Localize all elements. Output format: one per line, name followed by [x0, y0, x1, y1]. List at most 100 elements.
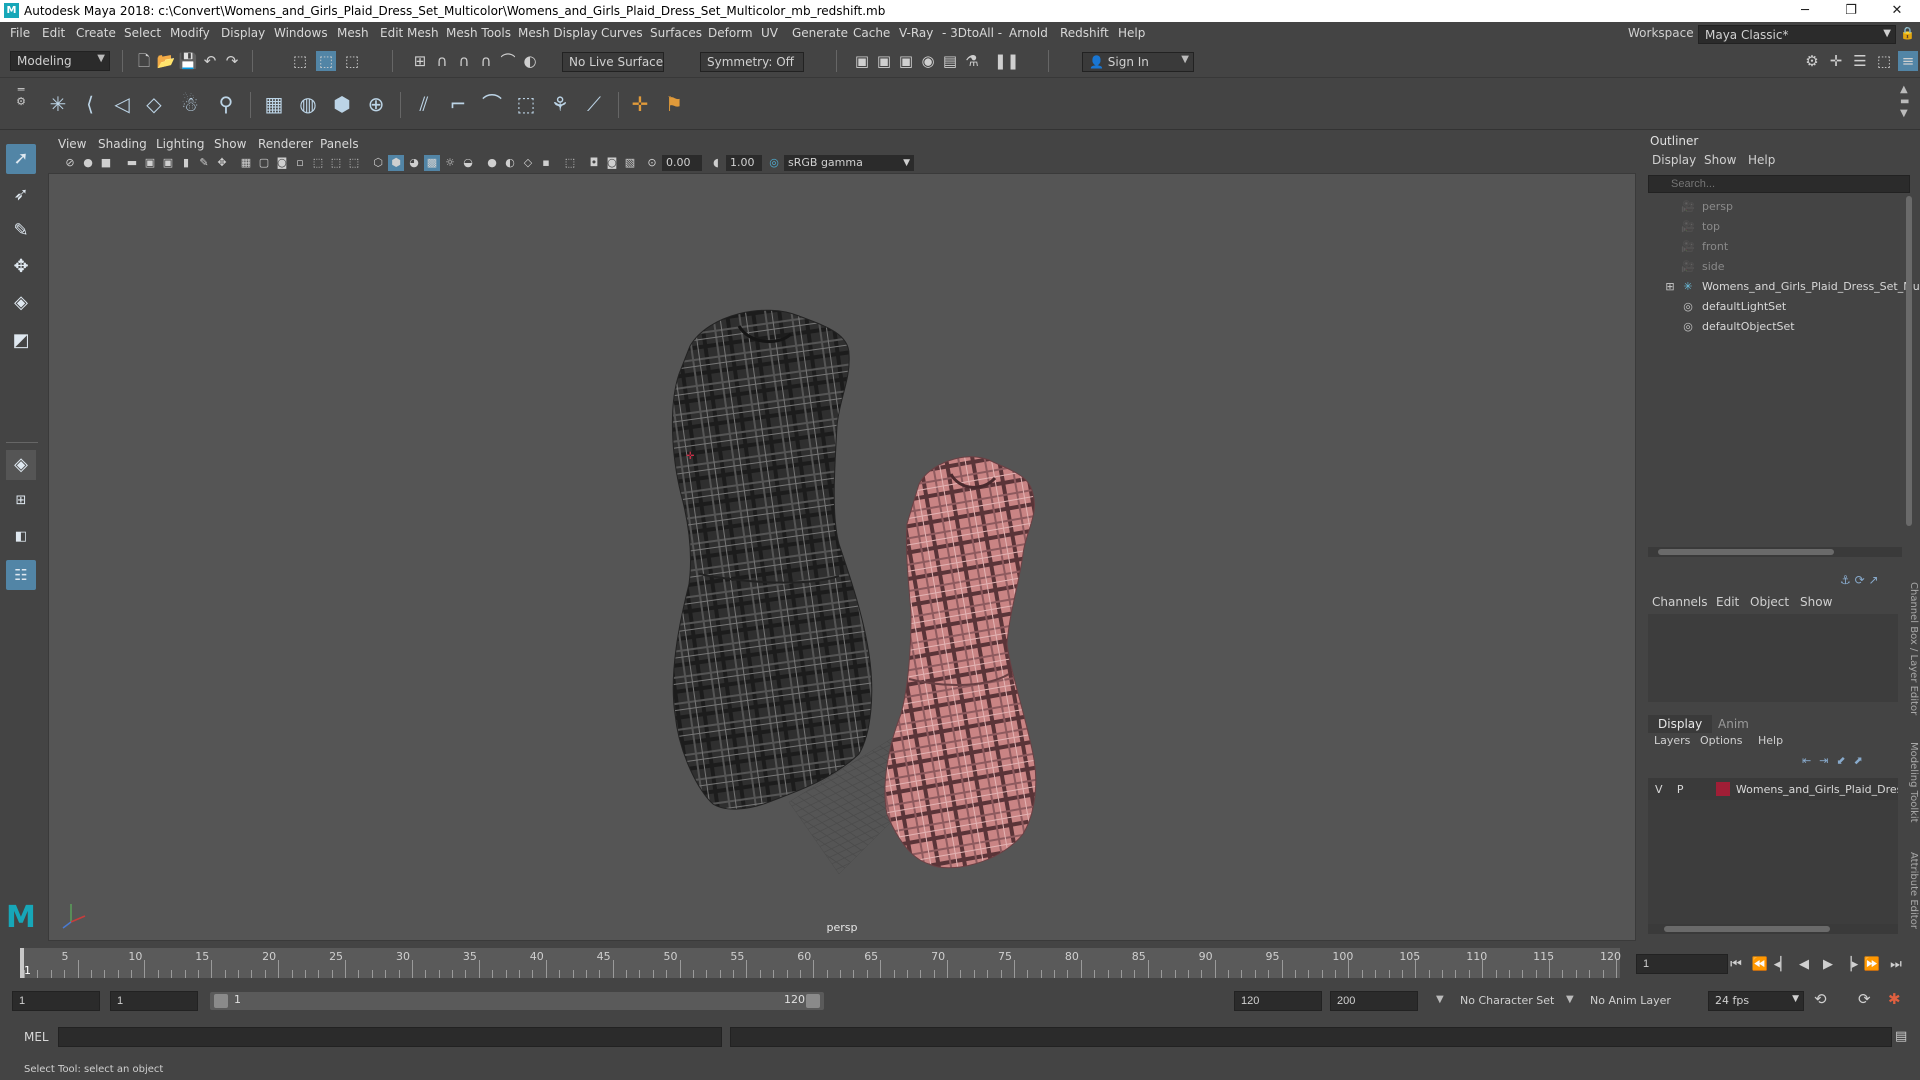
loop-icon[interactable]: ⟲ — [1814, 990, 1827, 1008]
current-frame-field[interactable] — [1636, 954, 1728, 974]
chevron-down-icon[interactable]: ▼ — [1436, 994, 1444, 1005]
auto-key-icon[interactable]: ⟳ — [1858, 990, 1871, 1008]
bevel-icon[interactable]: ◁ — [108, 90, 136, 118]
wireframe-icon[interactable]: ▢ — [256, 155, 272, 171]
lock-icon[interactable]: 🔒 — [1900, 26, 1915, 40]
curve-tool-icon[interactable]: ⌐ — [444, 90, 472, 118]
view-transform-icon[interactable]: ▧ — [622, 155, 638, 171]
step-back-frame-icon[interactable]: ◂▏ — [1772, 955, 1792, 975]
expand-icon[interactable]: ⊞ — [1664, 280, 1676, 293]
outliner-item-dress-set[interactable]: ⊞ ✳ Womens_and_Girls_Plaid_Dress_Set_Mu — [1664, 277, 1919, 295]
viewport-menu-lighting[interactable]: Lighting — [156, 137, 205, 151]
viewport-menu-shading[interactable]: Shading — [98, 137, 147, 151]
resolution-gate-icon[interactable]: ▣ — [160, 155, 176, 171]
shelf-scroll-icon[interactable]: ▲ ▬ ▼ — [1900, 84, 1909, 120]
grease-pencil-icon[interactable]: ✎ — [196, 155, 212, 171]
exposure-field[interactable]: 0.00 — [662, 155, 702, 171]
snap-view-icon[interactable]: ∩ — [476, 51, 496, 71]
side-tab-modeling-toolkit[interactable]: Modeling Toolkit — [1903, 742, 1919, 823]
animation-end-field[interactable] — [1330, 991, 1418, 1011]
script-editor-icon[interactable]: ▤ — [1895, 1029, 1907, 1044]
film-gate-icon[interactable]: ▣ — [142, 155, 158, 171]
command-input[interactable] — [58, 1027, 722, 1047]
locator-icon[interactable]: ✛ — [626, 90, 654, 118]
shelf-menu-icon[interactable]: ═ ⚙ — [14, 84, 28, 124]
range-end-handle[interactable] — [806, 994, 820, 1008]
outliner-menu-help[interactable]: Help — [1748, 153, 1775, 167]
use-lights-icon[interactable]: ▩ — [424, 155, 440, 171]
rotate-tool-icon[interactable]: ◈ — [6, 288, 36, 318]
annotation-icon[interactable]: ⚑ — [660, 90, 688, 118]
scale-tool-icon[interactable]: ◩ — [6, 326, 36, 356]
redshift-rv-icon[interactable]: ⚗ — [962, 51, 982, 71]
safe-action-icon[interactable]: ▮ — [178, 155, 194, 171]
outliner-item-default-light-set[interactable]: ◎ defaultLightSet — [1680, 297, 1786, 315]
go-to-end-icon[interactable]: ⏭ — [1886, 955, 1906, 975]
go-to-start-icon[interactable]: ⏮ — [1726, 955, 1746, 975]
scroll-thumb[interactable] — [1658, 549, 1834, 555]
live-surface-field[interactable]: No Live Surface — [562, 52, 664, 72]
anim-layer-label[interactable]: No Anim Layer — [1590, 994, 1671, 1007]
channel-box-area[interactable] — [1648, 614, 1898, 702]
depth-of-field-icon[interactable]: ◇ — [520, 155, 536, 171]
redo-icon[interactable]: ↷ — [222, 51, 242, 71]
channelbox-menu-channels[interactable]: Channels — [1652, 595, 1708, 609]
menu-file[interactable]: File — [10, 26, 30, 40]
select-camera-icon[interactable]: ⬚ — [562, 155, 578, 171]
menu-mesh[interactable]: Mesh — [337, 26, 369, 40]
paint-select-tool-icon[interactable]: ✎ — [6, 216, 36, 246]
layer-row[interactable]: V P Womens_and_Girls_Plaid_Dres — [1648, 778, 1898, 800]
undo-icon[interactable]: ↶ — [200, 51, 220, 71]
viewport-menu-view[interactable]: View — [58, 137, 86, 151]
menu-edit-mesh[interactable]: Edit Mesh — [380, 26, 439, 40]
playback-start-field[interactable] — [110, 991, 198, 1011]
step-back-key-icon[interactable]: ⏪ — [1750, 955, 1770, 975]
fps-dropdown[interactable]: 24 fps ▼ — [1708, 991, 1804, 1011]
render-view-icon[interactable]: ▤ — [940, 51, 960, 71]
modeling-toolkit-icon[interactable]: ✛ — [1826, 51, 1846, 71]
menu-3dtoall[interactable]: - 3DtoAll - — [942, 26, 1002, 40]
menu-generate[interactable]: Generate — [792, 26, 848, 40]
menu-mesh-tools[interactable]: Mesh Tools — [446, 26, 511, 40]
extrude-icon[interactable]: ⟨ — [76, 90, 104, 118]
channel-box-tools-icon[interactable]: ⚓ ⟳ ↗ — [1840, 573, 1879, 587]
tab-anim[interactable]: Anim — [1708, 715, 1759, 733]
outliner-item-front[interactable]: 🎥 front — [1680, 237, 1728, 255]
menu-edit[interactable]: Edit — [42, 26, 65, 40]
gamma-field[interactable]: 1.00 — [726, 155, 762, 171]
menu-vray[interactable]: V-Ray — [899, 26, 933, 40]
menu-create[interactable]: Create — [76, 26, 116, 40]
gamma-icon[interactable]: ◖ — [708, 155, 724, 171]
menu-curves[interactable]: Curves — [601, 26, 643, 40]
ipr-render-icon[interactable]: ▣ — [874, 51, 894, 71]
play-forward-icon[interactable]: ▶ — [1818, 955, 1838, 975]
select-by-component-icon[interactable]: ⬚ — [342, 51, 362, 71]
menu-surfaces[interactable]: Surfaces — [650, 26, 702, 40]
layer-scrollbar[interactable] — [1648, 924, 1898, 934]
skeleton-icon[interactable]: ☃ — [176, 90, 204, 118]
layers-menu-options[interactable]: Options — [1700, 734, 1742, 747]
menu-arnold[interactable]: Arnold — [1009, 26, 1048, 40]
camera-icon[interactable]: ● — [80, 155, 96, 171]
menu-redshift[interactable]: Redshift — [1060, 26, 1109, 40]
four-view-layout-icon[interactable]: ⊞ — [6, 486, 36, 516]
outliner-toggle-icon[interactable]: ≡ — [1898, 51, 1918, 71]
hypershade-icon[interactable]: ◉ — [918, 51, 938, 71]
close-button[interactable]: ✕ — [1874, 0, 1920, 22]
layer-color-swatch[interactable] — [1716, 782, 1730, 796]
xray-joints-icon[interactable]: ⬚ — [346, 155, 362, 171]
channelbox-menu-edit[interactable]: Edit — [1716, 595, 1739, 609]
menu-help[interactable]: Help — [1118, 26, 1145, 40]
sign-in-button[interactable]: 👤 Sign In ▼ — [1082, 52, 1194, 72]
lasso-tool-icon[interactable]: ➶ — [6, 180, 36, 210]
layers-menu-layers[interactable]: Layers — [1654, 734, 1690, 747]
outliner-search-input[interactable] — [1648, 175, 1910, 193]
attribute-editor-icon[interactable]: ☰ — [1850, 51, 1870, 71]
paint-weights-icon[interactable]: ⟋ — [580, 90, 608, 118]
symmetry-dropdown[interactable]: Symmetry: Off — [700, 52, 804, 72]
outliner-item-default-object-set[interactable]: ◎ defaultObjectSet — [1680, 317, 1794, 335]
menu-windows[interactable]: Windows — [274, 26, 328, 40]
menu-cache[interactable]: Cache — [853, 26, 890, 40]
outliner-menu-display[interactable]: Display — [1652, 153, 1696, 167]
chevron-down-icon[interactable]: ▼ — [1566, 994, 1574, 1005]
